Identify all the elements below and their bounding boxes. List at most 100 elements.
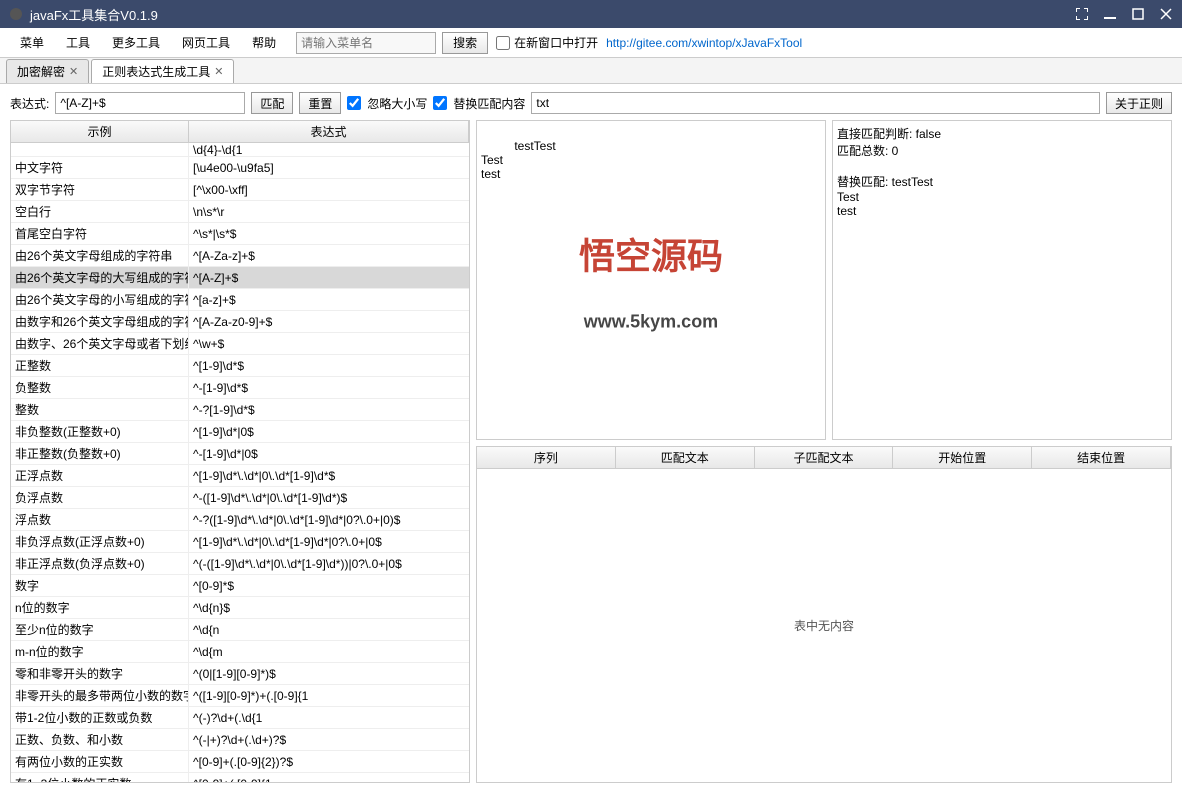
table-row[interactable]: 由数字、26个英文字母或者下划线...^\w+$ [11,333,469,355]
menu-item-1[interactable]: 工具 [56,30,100,55]
table-row[interactable]: 非正整数(负整数+0)^-[1-9]\d*|0$ [11,443,469,465]
table-row[interactable]: 带1-2位小数的正数或负数^(-)?\d+(.\d{1 [11,707,469,729]
col-header-expression[interactable]: 表达式 [189,121,469,142]
cell-example: 浮点数 [11,509,189,530]
tab-close-icon[interactable]: ✕ [69,65,78,78]
table-body[interactable]: \d{4}-\d{1中文字符[\u4e00-\u9fa5]双字节字符[^\x00… [11,143,469,782]
table-row[interactable]: 正整数^[1-9]\d*$ [11,355,469,377]
cell-expr: ^\d{n [189,619,469,640]
menu-item-0[interactable]: 菜单 [10,30,54,55]
cell-example: 由26个英文字母的大写组成的字符... [11,267,189,288]
ignore-case-label: 忽略大小写 [367,95,427,112]
result-text-area[interactable]: 直接匹配判断: false 匹配总数: 0 替换匹配: testTest Tes… [832,120,1172,440]
expression-input[interactable] [55,92,245,114]
cell-example: 带1-2位小数的正数或负数 [11,707,189,728]
cell-example: 由数字、26个英文字母或者下划线... [11,333,189,354]
table-row[interactable]: 浮点数^-?([1-9]\d*\.\d*|0\.\d*[1-9]\d*|0?\.… [11,509,469,531]
menu-item-2[interactable]: 更多工具 [102,30,170,55]
result-col-header-0[interactable]: 序列 [477,447,616,468]
tab-close-icon[interactable]: ✕ [214,65,223,78]
cell-example: 非负整数(正整数+0) [11,421,189,442]
cell-example: 空白行 [11,201,189,222]
examples-table: 示例 表达式 \d{4}-\d{1中文字符[\u4e00-\u9fa5]双字节字… [10,120,470,783]
cell-expr: ^[0-9]+(.[0-9]{2})?$ [189,751,469,772]
replace-input[interactable] [531,92,1100,114]
cell-expr: \d{4}-\d{1 [189,143,469,156]
cell-expr: ^\s*|\s*$ [189,223,469,244]
cell-expr: ^\d{m [189,641,469,662]
repo-link[interactable]: http://gitee.com/xwintop/xJavaFxTool [606,36,802,50]
right-panel: testTest Test test 悟空源码 www.5kym.com 直接匹… [476,120,1172,783]
table-row[interactable]: 由数字和26个英文字母组成的字符...^[A-Za-z0-9]+$ [11,311,469,333]
table-row[interactable]: 非零开头的最多带两位小数的数字^([1-9][0-9]*)+(.[0-9]{1 [11,685,469,707]
cell-example: 非负浮点数(正浮点数+0) [11,531,189,552]
close-icon[interactable] [1158,6,1174,22]
col-header-example[interactable]: 示例 [11,121,189,142]
match-button[interactable]: 匹配 [251,92,293,114]
cell-expr: ^-?([1-9]\d*\.\d*|0\.\d*[1-9]\d*|0?\.0+|… [189,509,469,530]
new-window-checkbox[interactable] [496,36,510,50]
cell-example: 由26个英文字母的小写组成的字符... [11,289,189,310]
test-text-area[interactable]: testTest Test test 悟空源码 www.5kym.com [476,120,826,440]
table-row[interactable]: 非负整数(正整数+0)^[1-9]\d*|0$ [11,421,469,443]
search-button[interactable]: 搜索 [442,32,488,54]
table-row[interactable]: 正浮点数^[1-9]\d*\.\d*|0\.\d*[1-9]\d*$ [11,465,469,487]
cell-expr: [\u4e00-\u9fa5] [189,157,469,178]
expression-row: 表达式: 匹配 重置 忽略大小写 替换匹配内容 关于正则 [10,92,1172,114]
cell-expr: ^(0|[1-9][0-9]*)$ [189,663,469,684]
table-row[interactable]: n位的数字^\d{n}$ [11,597,469,619]
cell-example: n位的数字 [11,597,189,618]
cell-example: 正数、负数、和小数 [11,729,189,750]
tab-1[interactable]: 正则表达式生成工具✕ [91,59,234,83]
cell-expr: ^[1-9]\d*|0$ [189,421,469,442]
table-row[interactable]: 数字^[0-9]*$ [11,575,469,597]
maximize-icon[interactable] [1130,6,1146,22]
table-row[interactable]: 中文字符[\u4e00-\u9fa5] [11,157,469,179]
table-row[interactable]: \d{4}-\d{1 [11,143,469,157]
table-row[interactable]: 由26个英文字母的大写组成的字符...^[A-Z]+$ [11,267,469,289]
fullscreen-icon[interactable] [1074,6,1090,22]
about-regex-button[interactable]: 关于正则 [1106,92,1172,114]
table-row[interactable]: 整数^-?[1-9]\d*$ [11,399,469,421]
cell-example: 整数 [11,399,189,420]
menu-item-3[interactable]: 网页工具 [172,30,240,55]
cell-expr: ^-?[1-9]\d*$ [189,399,469,420]
table-row[interactable]: 由26个英文字母组成的字符串^[A-Za-z]+$ [11,245,469,267]
tab-label: 加密解密 [17,63,65,80]
table-row[interactable]: 负浮点数^-([1-9]\d*\.\d*|0\.\d*[1-9]\d*)$ [11,487,469,509]
table-row[interactable]: 首尾空白字符^\s*|\s*$ [11,223,469,245]
cell-expr: [^\x00-\xff] [189,179,469,200]
table-row[interactable]: 负整数^-[1-9]\d*$ [11,377,469,399]
table-row[interactable]: 正数、负数、和小数^(-|+)?\d+(.\d+)?$ [11,729,469,751]
table-row[interactable]: 由26个英文字母的小写组成的字符...^[a-z]+$ [11,289,469,311]
cell-example: 非零开头的最多带两位小数的数字 [11,685,189,706]
table-row[interactable]: 有1~3位小数的正实数^[0-9]+(.[0-9]{1 [11,773,469,782]
table-row[interactable]: 双字节字符[^\x00-\xff] [11,179,469,201]
table-row[interactable]: 至少n位的数字^\d{n [11,619,469,641]
table-row[interactable]: 空白行\n\s*\r [11,201,469,223]
result-table-body: 表中无内容 [477,469,1171,782]
ignore-case-checkbox[interactable] [347,96,361,110]
table-row[interactable]: 零和非零开头的数字^(0|[1-9][0-9]*)$ [11,663,469,685]
result-col-header-2[interactable]: 子匹配文本 [755,447,894,468]
table-row[interactable]: 非正浮点数(负浮点数+0)^(-([1-9]\d*\.\d*|0\.\d*[1-… [11,553,469,575]
result-col-header-1[interactable]: 匹配文本 [616,447,755,468]
minimize-icon[interactable] [1102,6,1118,22]
menu-search-input[interactable] [296,32,436,54]
table-row[interactable]: m-n位的数字^\d{m [11,641,469,663]
cell-expr: ^[0-9]*$ [189,575,469,596]
watermark-title: 悟空源码 [579,228,723,280]
cell-example: m-n位的数字 [11,641,189,662]
table-row[interactable]: 有两位小数的正实数^[0-9]+(.[0-9]{2})?$ [11,751,469,773]
replace-checkbox[interactable] [433,96,447,110]
result-col-header-4[interactable]: 结束位置 [1032,447,1171,468]
result-col-header-3[interactable]: 开始位置 [893,447,1032,468]
reset-button[interactable]: 重置 [299,92,341,114]
menu-item-4[interactable]: 帮助 [242,30,286,55]
tab-0[interactable]: 加密解密 ✕ [6,59,89,83]
cell-expr: ^[a-z]+$ [189,289,469,310]
cell-example: 数字 [11,575,189,596]
cell-expr: ^[A-Za-z]+$ [189,245,469,266]
replace-label: 替换匹配内容 [453,95,525,112]
table-row[interactable]: 非负浮点数(正浮点数+0)^[1-9]\d*\.\d*|0\.\d*[1-9]\… [11,531,469,553]
